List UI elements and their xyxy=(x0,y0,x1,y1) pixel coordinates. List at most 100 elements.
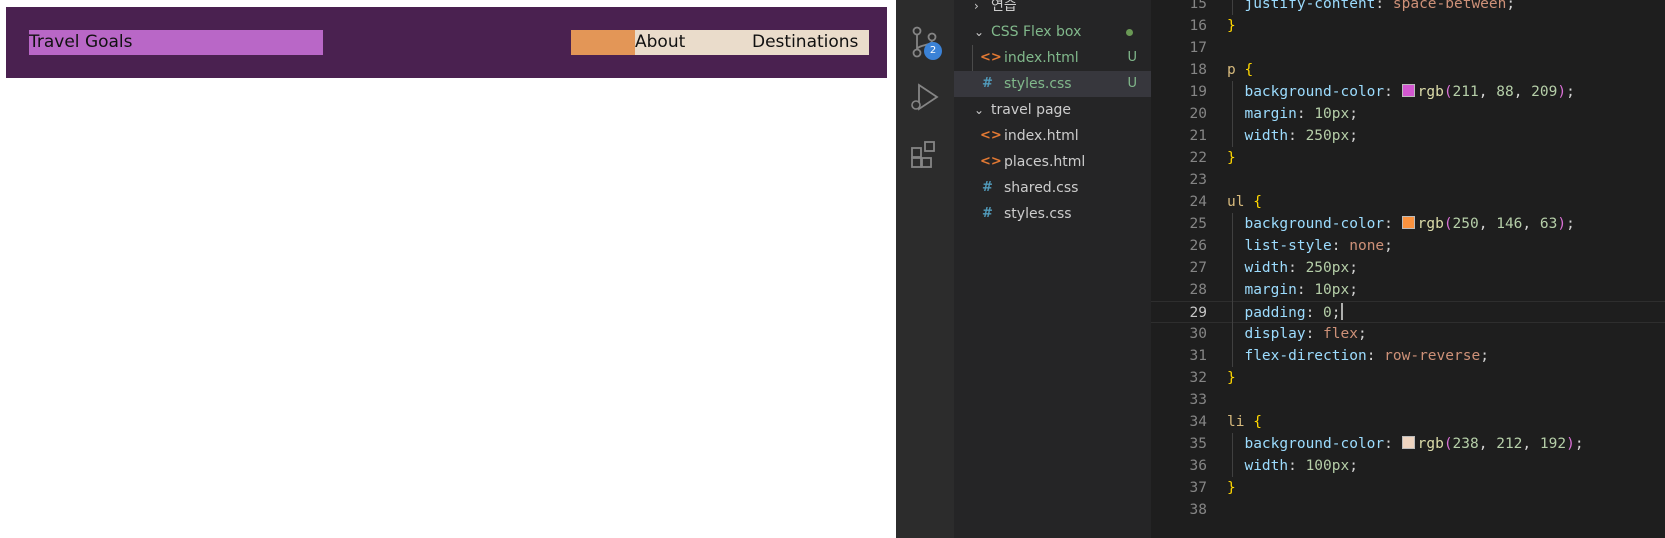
code-text: padding: 0; xyxy=(1227,302,1343,324)
tree-file-index-html[interactable]: <> index.html U xyxy=(954,45,1151,71)
color-swatch-icon[interactable] xyxy=(1401,216,1415,229)
code-token: ; xyxy=(1349,282,1358,298)
line-number: 22 xyxy=(1189,150,1207,166)
code-token: 211 xyxy=(1452,84,1479,100)
code-line[interactable]: 37} xyxy=(1151,477,1665,499)
nav-item-destinations[interactable]: Destinations xyxy=(752,30,869,55)
code-line[interactable]: 23 xyxy=(1151,169,1665,191)
code-text: list-style: none; xyxy=(1227,235,1393,257)
code-token: justify-content xyxy=(1227,0,1376,12)
code-token: display xyxy=(1227,326,1306,342)
code-text: p { xyxy=(1227,59,1253,81)
line-number: 36 xyxy=(1189,458,1207,474)
code-line[interactable]: 17 xyxy=(1151,37,1665,59)
code-text: width: 250px; xyxy=(1227,257,1358,279)
code-token: ; xyxy=(1349,106,1358,122)
code-line[interactable]: 36 width: 100px; xyxy=(1151,455,1665,477)
browser-preview: Travel Goals Destinations About xyxy=(0,0,896,538)
code-token: 209 xyxy=(1531,84,1558,100)
line-number: 24 xyxy=(1189,194,1207,210)
code-token: ) xyxy=(1566,436,1575,452)
tree-file-styles-css-selected[interactable]: # styles.css U xyxy=(954,71,1151,97)
code-token: rgb xyxy=(1417,216,1444,232)
code-token: ; xyxy=(1331,305,1341,321)
code-line[interactable]: 16} xyxy=(1151,15,1665,37)
code-line[interactable]: 31 flex-direction: row-reverse; xyxy=(1151,345,1665,367)
tree-folder-travel-page[interactable]: ⌄ travel page xyxy=(954,97,1151,123)
code-token: padding xyxy=(1227,305,1306,321)
code-token: margin xyxy=(1227,106,1297,122)
code-token: 10px xyxy=(1314,106,1350,122)
code-line[interactable]: 30 display: flex; xyxy=(1151,323,1665,345)
code-line[interactable]: 22} xyxy=(1151,147,1665,169)
code-token: 212 xyxy=(1496,436,1523,452)
tree-file-shared-css[interactable]: # shared.css xyxy=(954,175,1151,201)
code-line[interactable]: 32} xyxy=(1151,367,1665,389)
chevron-down-icon: ⌄ xyxy=(974,103,985,117)
code-line[interactable]: 35 background-color: rgb(238, 212, 192); xyxy=(1151,433,1665,455)
line-number: 19 xyxy=(1189,84,1207,100)
tree-file-index-html[interactable]: <> index.html xyxy=(954,123,1151,149)
extensions-icon[interactable] xyxy=(908,138,942,172)
code-token: rgb xyxy=(1417,436,1444,452)
code-editor[interactable]: 15 justify-content: space-between; 16} 17 1… xyxy=(1151,0,1665,538)
line-number: 26 xyxy=(1189,238,1207,254)
code-token: 100px xyxy=(1305,458,1350,474)
code-line[interactable]: 15 justify-content: space-between; xyxy=(1151,0,1665,15)
code-token: 10px xyxy=(1314,282,1350,298)
code-token: rgb xyxy=(1417,84,1444,100)
code-token: ; xyxy=(1566,84,1575,100)
line-number: 29 xyxy=(1189,305,1207,321)
color-swatch-icon[interactable] xyxy=(1401,84,1415,97)
indent-guide xyxy=(1232,213,1233,367)
code-line[interactable]: 26 list-style: none; xyxy=(1151,235,1665,257)
run-debug-icon[interactable] xyxy=(908,80,942,114)
code-line[interactable]: 29 padding: 0; xyxy=(1151,301,1665,323)
code-line[interactable]: 33 xyxy=(1151,389,1665,411)
site-title: Travel Goals xyxy=(29,30,323,55)
code-line[interactable]: 19 background-color: rgb(211, 88, 209); xyxy=(1151,81,1665,103)
code-line[interactable]: 18 p { xyxy=(1151,59,1665,81)
code-text: margin: 10px; xyxy=(1227,103,1358,125)
code-token: : xyxy=(1366,348,1385,364)
code-token: : xyxy=(1305,326,1324,342)
code-text: flex-direction: row-reverse; xyxy=(1227,345,1488,367)
code-token: li xyxy=(1227,414,1245,430)
line-number: 15 xyxy=(1189,0,1207,12)
nav-item-about[interactable]: About xyxy=(635,30,752,55)
code-text: display: flex; xyxy=(1227,323,1366,345)
code-token: ) xyxy=(1557,84,1567,100)
code-line[interactable]: 28 margin: 10px; xyxy=(1151,279,1665,301)
code-token: ( xyxy=(1443,84,1453,100)
code-token: } xyxy=(1227,150,1236,166)
code-token: flex xyxy=(1323,326,1358,342)
code-line[interactable]: 21 width: 250px; xyxy=(1151,125,1665,147)
code-token: : xyxy=(1288,128,1306,144)
tree-file-styles-css[interactable]: # styles.css xyxy=(954,201,1151,227)
code-token: 250px xyxy=(1305,260,1350,276)
text-cursor xyxy=(1340,303,1343,320)
css-file-icon: # xyxy=(982,76,993,91)
code-token: , xyxy=(1478,84,1497,100)
line-number: 35 xyxy=(1189,436,1207,452)
modified-dot-icon xyxy=(1126,29,1133,36)
code-line[interactable]: 20 margin: 10px; xyxy=(1151,103,1665,125)
code-token: : xyxy=(1288,458,1306,474)
chevron-right-icon: › xyxy=(974,0,979,13)
line-number: 38 xyxy=(1189,502,1207,518)
tree-folder-css-flex-box[interactable]: ⌄ CSS Flex box xyxy=(954,19,1151,45)
code-token: , xyxy=(1478,216,1497,232)
code-line[interactable]: 38 xyxy=(1151,499,1665,521)
code-token: ; xyxy=(1384,238,1393,254)
code-text: background-color: rgb(238, 212, 192); xyxy=(1227,433,1584,455)
code-line[interactable]: 25 background-color: rgb(250, 146, 63); xyxy=(1151,213,1665,235)
code-token: { xyxy=(1244,194,1262,210)
code-token: ; xyxy=(1506,0,1516,12)
code-line[interactable]: 24 ul { xyxy=(1151,191,1665,213)
code-line[interactable]: 27 width: 250px; xyxy=(1151,257,1665,279)
tree-file-places-html[interactable]: <> places.html xyxy=(954,149,1151,175)
code-token: : xyxy=(1384,216,1402,232)
tree-folder-practice[interactable]: › 연습 xyxy=(954,0,1151,19)
code-line[interactable]: 34 li { xyxy=(1151,411,1665,433)
color-swatch-icon[interactable] xyxy=(1401,436,1415,449)
